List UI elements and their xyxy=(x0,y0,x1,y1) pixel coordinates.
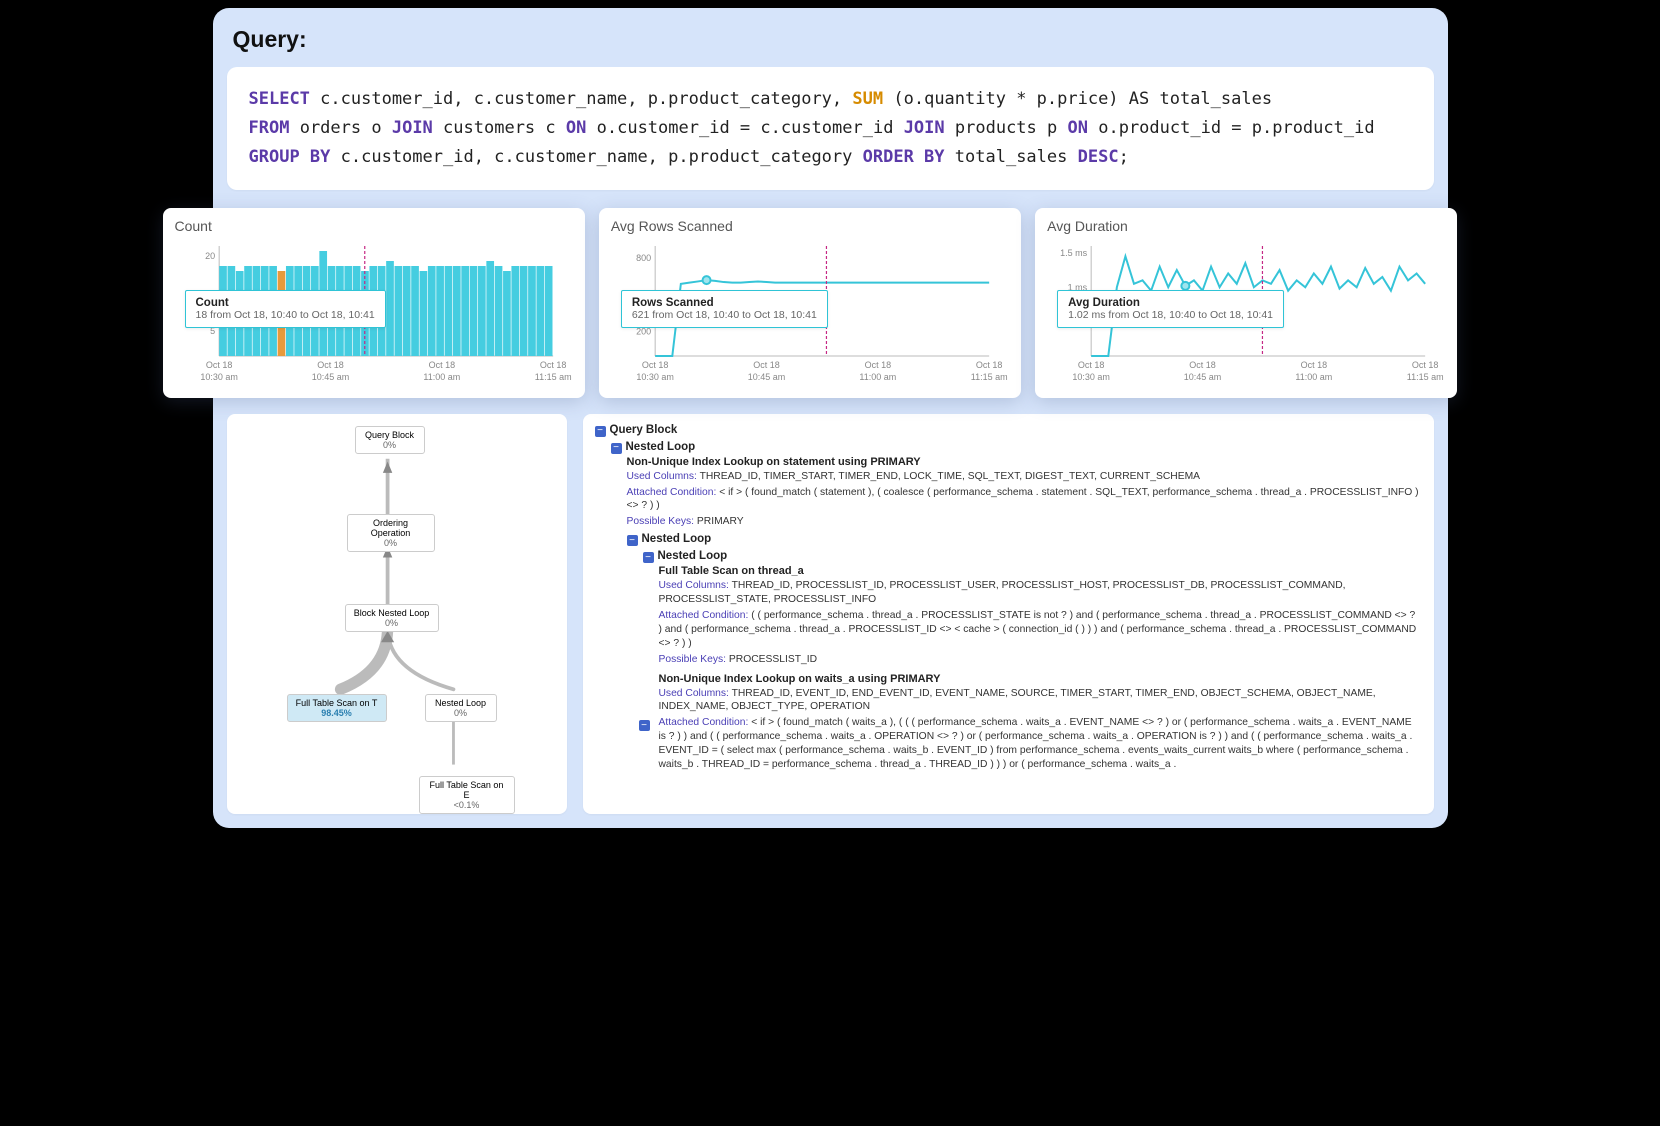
svg-text:10:45 am: 10:45 am xyxy=(748,372,786,382)
svg-text:11:15 am: 11:15 am xyxy=(1407,372,1444,382)
chart-tooltip: Count18 from Oct 18, 10:40 to Oct 18, 10… xyxy=(185,290,386,328)
dashboard-panel: Query: SELECT c.customer_id, c.customer_… xyxy=(213,8,1448,828)
svg-text:Oct 18: Oct 18 xyxy=(317,360,344,370)
tree-node-title: Non-Unique Index Lookup on waits_a using… xyxy=(659,673,1422,685)
svg-text:Oct 18: Oct 18 xyxy=(205,360,232,370)
kw-select: SELECT xyxy=(249,89,310,109)
kw-on: ON xyxy=(1068,118,1088,138)
kw-join: JOIN xyxy=(392,118,433,138)
svg-text:Oct 18: Oct 18 xyxy=(1189,360,1216,370)
node-query-block[interactable]: Query Block 0% xyxy=(355,426,425,454)
svg-text:Oct 18: Oct 18 xyxy=(1078,360,1105,370)
node-nested-loop[interactable]: Nested Loop 0% xyxy=(425,694,497,722)
svg-text:Oct 18: Oct 18 xyxy=(976,360,1003,370)
chart-title: Avg Rows Scanned xyxy=(611,218,1009,234)
tree-node[interactable]: Nested Loop xyxy=(626,441,696,453)
svg-text:20: 20 xyxy=(205,251,215,261)
plan-tree[interactable]: − Query Block − Nested Loop Non-Unique I… xyxy=(583,414,1434,814)
svg-text:11:00 am: 11:00 am xyxy=(1296,372,1333,382)
collapse-icon[interactable]: − xyxy=(595,426,606,437)
kw-groupby: GROUP BY xyxy=(249,147,331,167)
chart-tooltip: Rows Scanned621 from Oct 18, 10:40 to Oc… xyxy=(621,290,828,328)
kw-join: JOIN xyxy=(904,118,945,138)
chart-avg-duration[interactable]: Avg Duration 1 ms1.5 msOct 1810:30 amOct… xyxy=(1035,208,1457,398)
svg-text:10:45 am: 10:45 am xyxy=(311,372,349,382)
collapse-icon[interactable]: − xyxy=(639,720,650,731)
tree-node-title: Non-Unique Index Lookup on statement usi… xyxy=(627,456,1422,468)
svg-text:800: 800 xyxy=(636,253,651,263)
query-card: SELECT c.customer_id, c.customer_name, p… xyxy=(227,67,1434,190)
chart-tooltip: Avg Duration1.02 ms from Oct 18, 10:40 t… xyxy=(1057,290,1284,328)
node-full-scan-t[interactable]: Full Table Scan on T 98.45% xyxy=(287,694,387,722)
query-section-title: Query: xyxy=(233,26,1434,53)
tree-node-title: Full Table Scan on thread_a xyxy=(659,565,1422,577)
svg-text:11:00 am: 11:00 am xyxy=(859,372,896,382)
svg-text:10:30 am: 10:30 am xyxy=(636,372,674,382)
node-ordering[interactable]: Ordering Operation 0% xyxy=(347,514,435,552)
collapse-icon[interactable]: − xyxy=(627,535,638,546)
svg-text:Oct 18: Oct 18 xyxy=(1412,360,1439,370)
chart-count[interactable]: Count 520Oct 1810:30 amOct 1810:45 amOct… xyxy=(163,208,585,398)
svg-text:Oct 18: Oct 18 xyxy=(539,360,566,370)
kw-desc: DESC xyxy=(1078,147,1119,167)
svg-text:Oct 18: Oct 18 xyxy=(864,360,891,370)
svg-text:11:15 am: 11:15 am xyxy=(971,372,1008,382)
svg-text:Oct 18: Oct 18 xyxy=(1301,360,1328,370)
svg-text:Oct 18: Oct 18 xyxy=(428,360,455,370)
collapse-icon[interactable]: − xyxy=(611,443,622,454)
node-full-scan-e[interactable]: Full Table Scan on E <0.1% xyxy=(419,776,515,814)
bottom-row: Query Block 0% Ordering Operation 0% Blo… xyxy=(227,414,1434,814)
svg-text:11:00 am: 11:00 am xyxy=(423,372,460,382)
svg-text:10:45 am: 10:45 am xyxy=(1184,372,1222,382)
node-block-nested-loop[interactable]: Block Nested Loop 0% xyxy=(345,604,439,632)
plan-diagram[interactable]: Query Block 0% Ordering Operation 0% Blo… xyxy=(227,414,567,814)
kw-on: ON xyxy=(566,118,586,138)
collapse-icon[interactable]: − xyxy=(643,552,654,563)
svg-text:1.5 ms: 1.5 ms xyxy=(1060,248,1088,258)
chart-title: Count xyxy=(175,218,573,234)
fn-sum: SUM xyxy=(852,89,883,109)
svg-text:Oct 18: Oct 18 xyxy=(642,360,669,370)
tree-node[interactable]: Nested Loop xyxy=(642,533,712,545)
charts-row: Count 520Oct 1810:30 amOct 1810:45 amOct… xyxy=(163,208,1458,398)
svg-text:10:30 am: 10:30 am xyxy=(200,372,238,382)
svg-text:10:30 am: 10:30 am xyxy=(1073,372,1111,382)
chart-avg-rows-scanned[interactable]: Avg Rows Scanned 200500800Oct 1810:30 am… xyxy=(599,208,1021,398)
kw-from: FROM xyxy=(249,118,290,138)
sql-text: SELECT c.customer_id, c.customer_name, p… xyxy=(249,85,1412,172)
svg-text:Oct 18: Oct 18 xyxy=(753,360,780,370)
svg-text:200: 200 xyxy=(636,326,651,336)
chart-title: Avg Duration xyxy=(1047,218,1445,234)
kw-orderby: ORDER BY xyxy=(863,147,945,167)
svg-text:11:15 am: 11:15 am xyxy=(534,372,571,382)
tree-node[interactable]: Query Block xyxy=(610,424,678,436)
tree-node[interactable]: Nested Loop xyxy=(658,550,728,562)
